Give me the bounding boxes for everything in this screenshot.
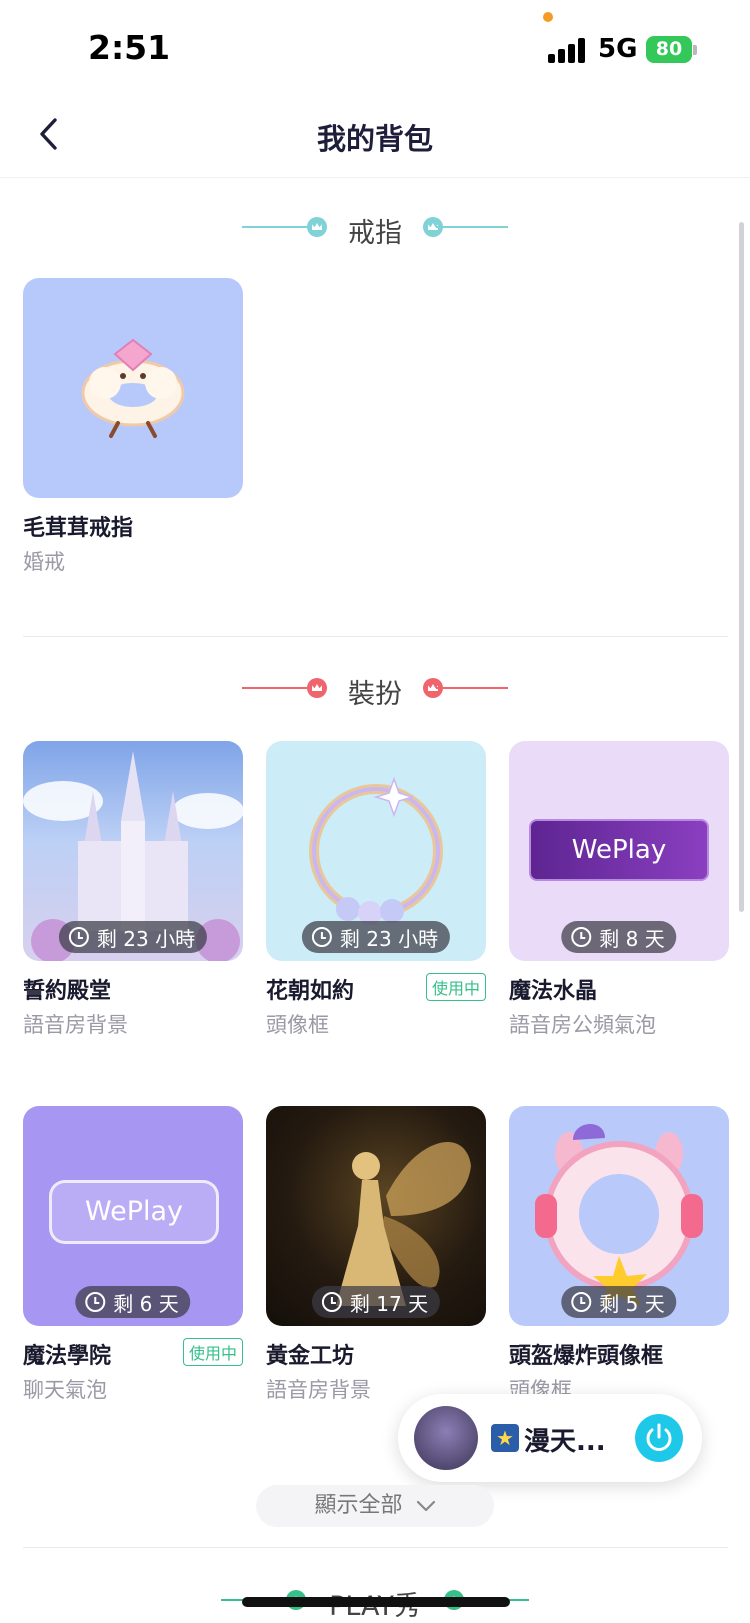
in-use-badge: 使用中 <box>425 973 486 1001</box>
fluffy-ring-image <box>81 338 185 438</box>
item-name: 魔法學院 <box>23 1344 112 1369</box>
item-category: 頭像框 <box>266 1013 329 1037</box>
expiry-timer: 剩 23 小時 <box>58 921 208 953</box>
item-name: 黃金工坊 <box>266 1344 355 1369</box>
item-name: 誓約殿堂 <box>23 979 112 1004</box>
network-type: 5G <box>598 34 638 64</box>
cellular-signal-icon <box>548 37 588 63</box>
item-thumbnail: WePlay 剩 6 天 <box>23 1106 243 1326</box>
item-card[interactable]: 剩 17 天 黃金工坊 語音房背景 <box>266 1106 486 1402</box>
item-thumbnail: WePlay 剩 8 天 <box>509 741 729 961</box>
item-category: 婚戒 <box>23 550 65 574</box>
clock-icon <box>311 927 332 947</box>
floating-room-player[interactable]: ★ 漫天... <box>398 1394 702 1482</box>
section-title-dressup: 裝扮 <box>348 679 402 710</box>
item-category: 語音房背景 <box>266 1378 371 1402</box>
item-category: 語音房公頻氣泡 <box>509 1013 656 1037</box>
item-name: 頭盔爆炸頭像框 <box>509 1344 664 1369</box>
item-thumbnail: 剩 23 小時 <box>23 741 243 961</box>
item-thumbnail: 剩 17 天 <box>266 1106 486 1326</box>
battery-tip <box>693 45 697 55</box>
in-use-badge: 使用中 <box>182 1338 243 1366</box>
nav-header: 我的背包 <box>0 90 750 178</box>
chevron-down-icon <box>416 1500 435 1512</box>
show-all-label: 顯示全部 <box>314 1493 403 1518</box>
item-name: 魔法水晶 <box>509 979 598 1004</box>
star-icon: ★ <box>491 1424 519 1452</box>
section-header-dressup: 裝扮 <box>0 668 750 710</box>
expiry-timer: 剩 23 小時 <box>301 921 451 953</box>
expiry-timer: 剩 6 天 <box>75 1286 191 1318</box>
privacy-indicator-dot <box>543 12 553 22</box>
item-card[interactable]: 剩 5 天 頭盔爆炸頭像框 頭像框 <box>509 1106 729 1402</box>
page-title: 我的背包 <box>316 122 433 156</box>
expiry-timer: 剩 8 天 <box>561 921 677 953</box>
section-divider <box>23 636 728 637</box>
home-indicator[interactable] <box>242 1597 510 1607</box>
item-card[interactable]: WePlay 剩 8 天 魔法水晶 語音房公頻氣泡 <box>509 741 729 1037</box>
item-thumbnail: 剩 23 小時 <box>266 741 486 961</box>
battery-icon: 80 <box>646 36 692 63</box>
status-bar: 2:51 5G 80 <box>0 0 750 90</box>
scrollbar[interactable] <box>739 222 744 912</box>
clock-icon <box>571 927 592 947</box>
room-title: 漫天... <box>524 1427 606 1457</box>
item-card[interactable]: 剩 23 小時 誓約殿堂 語音房背景 <box>23 741 243 1037</box>
battery-level: 80 <box>655 38 683 60</box>
expiry-timer: 剩 5 天 <box>561 1286 677 1318</box>
item-thumbnail: 剩 5 天 <box>509 1106 729 1326</box>
status-time: 2:51 <box>88 28 171 67</box>
power-icon <box>646 1423 672 1451</box>
section-title-rings: 戒指 <box>348 218 402 249</box>
item-category: 語音房背景 <box>23 1013 128 1037</box>
section-header-rings: 戒指 <box>0 207 750 249</box>
item-thumbnail <box>23 278 243 498</box>
item-category: 聊天氣泡 <box>23 1378 107 1402</box>
clock-icon <box>68 927 89 947</box>
clock-icon <box>571 1292 592 1312</box>
clock-icon <box>85 1292 106 1312</box>
item-card[interactable]: WePlay 剩 6 天 魔法學院 使用中 聊天氣泡 <box>23 1106 243 1402</box>
bubble-preview: WePlay <box>49 1180 219 1244</box>
clock-icon <box>321 1292 342 1312</box>
item-card[interactable]: 剩 23 小時 花朝如約 使用中 頭像框 <box>266 741 486 1037</box>
backpack-screen: 2:51 5G 80 我的背包 戒指 毛茸茸戒指 婚戒 裝扮 剩 23 小時 誓… <box>0 0 750 1623</box>
bubble-preview: WePlay <box>529 819 709 881</box>
item-card-ring[interactable]: 毛茸茸戒指 婚戒 <box>23 278 243 574</box>
show-all-button[interactable]: 顯示全部 <box>256 1485 494 1527</box>
section-divider <box>23 1547 728 1548</box>
item-name: 毛茸茸戒指 <box>23 516 134 541</box>
item-name: 花朝如約 <box>266 979 355 1004</box>
power-button[interactable] <box>635 1414 683 1462</box>
room-avatar <box>414 1406 478 1470</box>
expiry-timer: 剩 17 天 <box>311 1286 441 1318</box>
